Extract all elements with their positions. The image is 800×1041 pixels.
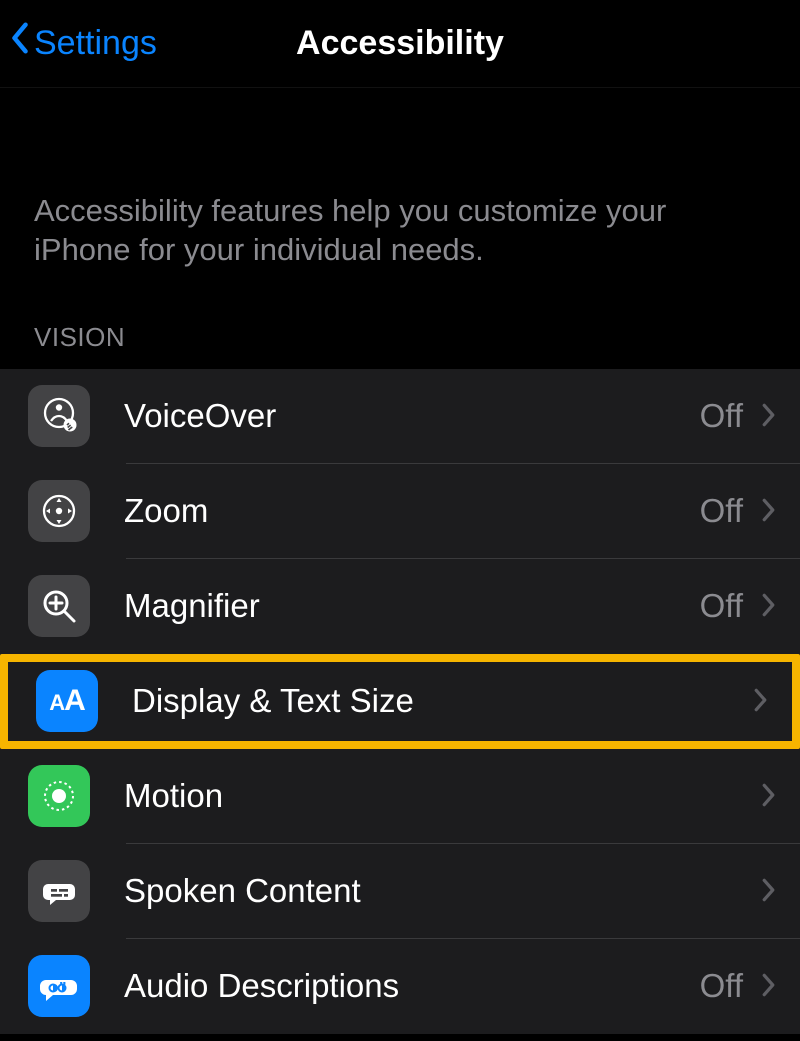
row-label: VoiceOver xyxy=(124,397,700,435)
row-magnifier[interactable]: Magnifier Off xyxy=(0,559,800,654)
bottom-spacer xyxy=(0,1034,800,1041)
audio-descriptions-icon: ” xyxy=(28,955,90,1017)
back-button[interactable]: Settings xyxy=(10,23,157,64)
text-size-icon: AA xyxy=(36,670,98,732)
chevron-right-icon xyxy=(761,585,776,627)
row-status: Off xyxy=(700,587,743,625)
row-label: Motion xyxy=(124,777,743,815)
row-motion[interactable]: Motion xyxy=(0,749,800,844)
navbar: Settings Accessibility xyxy=(0,0,800,88)
chevron-right-icon xyxy=(761,965,776,1007)
row-label: Zoom xyxy=(124,492,700,530)
intro-text: Accessibility features help you customiz… xyxy=(0,88,800,310)
row-zoom[interactable]: Zoom Off xyxy=(0,464,800,559)
highlight-annotation: AA Display & Text Size xyxy=(0,654,800,749)
section-header-vision: VISION xyxy=(0,310,800,369)
zoom-icon xyxy=(28,480,90,542)
row-spoken-content[interactable]: Spoken Content xyxy=(0,844,800,939)
row-label: Display & Text Size xyxy=(132,682,735,720)
chevron-right-icon xyxy=(761,775,776,817)
row-status: Off xyxy=(700,397,743,435)
spoken-content-icon xyxy=(28,860,90,922)
motion-icon xyxy=(28,765,90,827)
row-label: Magnifier xyxy=(124,587,700,625)
chevron-right-icon xyxy=(761,490,776,532)
row-voiceover[interactable]: VoiceOver Off xyxy=(0,369,800,464)
back-label: Settings xyxy=(34,24,157,63)
voiceover-icon xyxy=(28,385,90,447)
chevron-right-icon xyxy=(753,680,768,722)
chevron-right-icon xyxy=(761,870,776,912)
row-status: Off xyxy=(700,967,743,1005)
chevron-left-icon xyxy=(10,21,30,62)
row-status: Off xyxy=(700,492,743,530)
row-display-text-size[interactable]: AA Display & Text Size xyxy=(8,662,792,741)
magnifier-icon xyxy=(28,575,90,637)
row-label: Audio Descriptions xyxy=(124,967,700,1005)
row-audio-descriptions[interactable]: ” Audio Descriptions Off xyxy=(0,939,800,1034)
chevron-right-icon xyxy=(761,395,776,437)
settings-list: VoiceOver Off Zoom Off xyxy=(0,369,800,1034)
row-label: Spoken Content xyxy=(124,872,743,910)
